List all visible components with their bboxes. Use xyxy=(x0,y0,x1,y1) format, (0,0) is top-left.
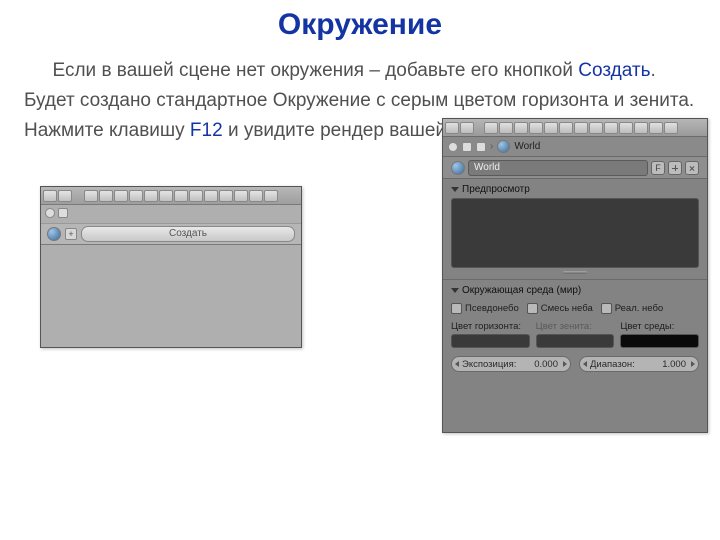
toolbar-button[interactable] xyxy=(604,122,618,134)
section-header-environment[interactable]: Окружающая среда (мир) xyxy=(451,280,699,299)
panel-left-toolbar xyxy=(41,187,301,205)
toolbar-button[interactable] xyxy=(514,122,528,134)
section-header-preview[interactable]: Предпросмотр xyxy=(451,179,699,198)
toolbar-button[interactable] xyxy=(99,190,113,202)
add-icon[interactable] xyxy=(668,161,682,175)
sky-checkbox-row: Псевдонебо Смесь неба Реал. небо xyxy=(451,299,699,314)
preview-area xyxy=(451,198,699,268)
toolbar-button[interactable] xyxy=(204,190,218,202)
checkbox-blendsky[interactable] xyxy=(527,303,538,314)
panel-right: › World World F Предпросмотр xyxy=(442,118,708,433)
panel-icon[interactable] xyxy=(462,142,472,152)
swatch-label-ambient: Цвет среды: xyxy=(620,321,699,332)
toolbar-button[interactable] xyxy=(114,190,128,202)
toolbar-button[interactable] xyxy=(174,190,188,202)
horizon-color-swatch[interactable] xyxy=(451,334,530,348)
exposure-field[interactable]: Экспозиция: 0.000 xyxy=(451,356,571,372)
toolbar-button[interactable] xyxy=(649,122,663,134)
exposure-label: Экспозиция: xyxy=(462,359,516,370)
range-field[interactable]: Диапазон: 1.000 xyxy=(579,356,699,372)
checkbox-label: Псевдонебо xyxy=(465,303,519,314)
toolbar-button[interactable] xyxy=(484,122,498,134)
panel-right-toolbar xyxy=(443,119,707,137)
toolbar-button[interactable] xyxy=(144,190,158,202)
section-header-label: Предпросмотр xyxy=(462,184,530,195)
para-highlight-f12: F12 xyxy=(190,120,223,141)
toolbar-button[interactable] xyxy=(460,122,474,134)
toolbar-button[interactable] xyxy=(544,122,558,134)
checkbox-realsky[interactable] xyxy=(601,303,612,314)
zenith-color-swatch[interactable] xyxy=(536,334,615,348)
section-header-label: Окружающая среда (мир) xyxy=(462,285,581,296)
toolbar-button[interactable] xyxy=(589,122,603,134)
slide-title: Окружение xyxy=(24,8,696,42)
color-swatch-row: Цвет горизонта: Цвет зенита: Цвет среды: xyxy=(451,314,699,348)
toolbar-button[interactable] xyxy=(559,122,573,134)
toolbar-button[interactable] xyxy=(249,190,263,202)
world-icon xyxy=(451,161,465,175)
toolbar-button[interactable] xyxy=(84,190,98,202)
para-t1: Если в вашей сцене нет окружения – добав… xyxy=(53,60,579,81)
toolbar-button[interactable] xyxy=(189,190,203,202)
toolbar-button[interactable] xyxy=(264,190,278,202)
breadcrumb-label: World xyxy=(514,141,702,152)
panel-icon[interactable] xyxy=(476,142,486,152)
chevron-down-icon xyxy=(451,187,459,192)
toolbar-button[interactable] xyxy=(574,122,588,134)
toolbar-button[interactable] xyxy=(445,122,459,134)
world-datablock-row: + Создать xyxy=(41,223,301,245)
toolbar-button[interactable] xyxy=(619,122,633,134)
numeric-row: Экспозиция: 0.000 Диапазон: 1.000 xyxy=(451,348,699,372)
world-name-field[interactable]: World xyxy=(468,160,648,176)
toolbar-button[interactable] xyxy=(664,122,678,134)
toolbar-button[interactable] xyxy=(219,190,233,202)
para-highlight-create: Создать xyxy=(578,60,650,81)
world-icon xyxy=(47,227,61,241)
fake-user-button[interactable]: F xyxy=(651,161,665,175)
range-label: Диапазон: xyxy=(590,359,635,370)
pin-icon[interactable] xyxy=(45,208,55,218)
add-icon[interactable]: + xyxy=(65,228,77,240)
world-id-row: World F xyxy=(443,157,707,179)
checkbox-label: Реал. небо xyxy=(615,303,663,314)
checkbox-label: Смесь неба xyxy=(541,303,593,314)
ambient-color-swatch[interactable] xyxy=(620,334,699,348)
world-icon xyxy=(497,140,510,153)
toolbar-button[interactable] xyxy=(529,122,543,134)
panel-left-pinrow xyxy=(41,205,301,221)
pin-icon[interactable] xyxy=(448,142,458,152)
unlink-icon[interactable] xyxy=(685,161,699,175)
swatch-label-horizon: Цвет горизонта: xyxy=(451,321,530,332)
checkbox-pseudosky[interactable] xyxy=(451,303,462,314)
breadcrumb: › World xyxy=(443,137,707,157)
toolbar-button[interactable] xyxy=(43,190,57,202)
panel-icon[interactable] xyxy=(58,208,68,218)
exposure-value: 0.000 xyxy=(534,359,564,370)
toolbar-button[interactable] xyxy=(58,190,72,202)
resize-grip[interactable] xyxy=(563,271,587,274)
chevron-down-icon xyxy=(451,288,459,293)
toolbar-button[interactable] xyxy=(129,190,143,202)
panel-left: + Создать xyxy=(40,186,302,348)
swatch-label-zenith: Цвет зенита: xyxy=(536,321,615,332)
toolbar-button[interactable] xyxy=(634,122,648,134)
toolbar-button[interactable] xyxy=(234,190,248,202)
toolbar-button[interactable] xyxy=(499,122,513,134)
toolbar-button[interactable] xyxy=(159,190,173,202)
create-button[interactable]: Создать xyxy=(81,226,295,242)
range-value: 1.000 xyxy=(662,359,692,370)
